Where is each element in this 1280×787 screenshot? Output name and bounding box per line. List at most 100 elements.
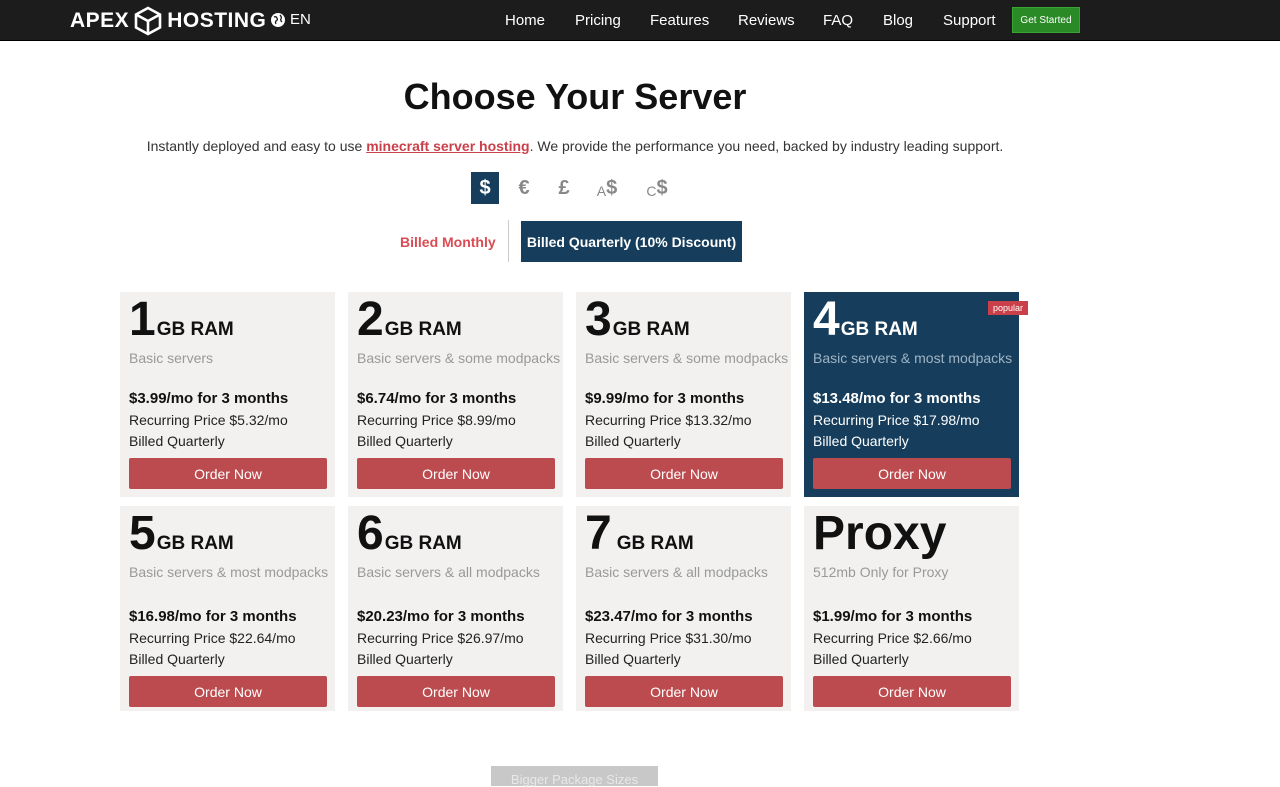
plan-recurring-price: Recurring Price $22.64/mo	[129, 630, 296, 646]
plan-card-4gb: popular 4 GB RAM Basic servers & most mod…	[804, 292, 1028, 497]
plan-size: 6 GB RAM	[357, 510, 462, 558]
currency-prefix: A	[596, 183, 607, 199]
plan-price: $1.99/mo for 3 months	[813, 608, 973, 625]
plan-size-number: 3	[585, 293, 612, 346]
plan-size-unit: GB RAM	[612, 319, 690, 340]
currency-symbol: $	[606, 176, 618, 199]
top-navbar: APEX HOSTING EN Home Pricing Features Re…	[0, 0, 1280, 41]
plan-size-number: 4	[813, 293, 840, 346]
nav-features[interactable]: Features	[650, 12, 709, 29]
order-now-button[interactable]: Order Now	[585, 458, 783, 489]
plan-billing-period: Billed Quarterly	[357, 433, 453, 449]
plan-price: $23.47/mo for 3 months	[585, 608, 753, 625]
plan-size: 4 GB RAM	[813, 296, 918, 344]
billed-quarterly-toggle[interactable]: Billed Quarterly (10% Discount)	[521, 221, 742, 262]
plan-card-1gb: 1 GB RAM Basic servers $3.99/mo for 3 mon…	[120, 292, 335, 497]
currency-usd[interactable]: $	[471, 172, 499, 204]
order-now-button[interactable]: Order Now	[357, 676, 555, 707]
currency-eur[interactable]: €	[510, 172, 538, 204]
hosting-link[interactable]: minecraft server hosting	[366, 138, 529, 154]
plan-size: 7 GB RAM	[585, 510, 694, 558]
plan-recurring-price: Recurring Price $13.32/mo	[585, 412, 752, 428]
plan-price: $13.48/mo for 3 months	[813, 390, 981, 407]
nav-blog[interactable]: Blog	[883, 12, 913, 29]
plan-size-number: 1	[129, 293, 156, 346]
plan-size-unit: GB RAM	[840, 319, 918, 340]
order-now-button[interactable]: Order Now	[357, 458, 555, 489]
plan-size-unit: GB RAM	[384, 533, 462, 554]
plan-billing-period: Billed Quarterly	[129, 651, 225, 667]
plan-description: Basic servers & some modpacks	[585, 350, 789, 366]
page-subtitle: Instantly deployed and easy to use minec…	[0, 138, 1150, 154]
plan-description: Basic servers & some modpacks	[357, 350, 561, 366]
plan-billing-period: Billed Quarterly	[357, 651, 453, 667]
plan-description: 512mb Only for Proxy	[813, 564, 949, 580]
plan-size-unit: GB RAM	[156, 533, 234, 554]
currency-symbol: €	[518, 176, 530, 199]
currency-prefix: C	[646, 183, 657, 199]
plan-size: 5 GB RAM	[129, 510, 234, 558]
nav-reviews[interactable]: Reviews	[738, 12, 795, 29]
order-now-button[interactable]: Order Now	[129, 676, 327, 707]
currency-gbp[interactable]: £	[550, 172, 578, 204]
plan-size-unit: GB RAM	[384, 319, 462, 340]
plan-card-proxy: Proxy 512mb Only for Proxy $1.99/mo for …	[804, 506, 1019, 711]
billing-divider	[508, 220, 509, 262]
plan-billing-period: Billed Quarterly	[129, 433, 225, 449]
currency-aud[interactable]: A $	[591, 172, 623, 204]
subtitle-text-before: Instantly deployed and easy to use	[146, 138, 367, 154]
nav-home[interactable]: Home	[505, 12, 545, 29]
order-now-button[interactable]: Order Now	[585, 676, 783, 707]
plan-size-unit: GB RAM	[156, 319, 234, 340]
plan-price: $16.98/mo for 3 months	[129, 608, 297, 625]
plan-description: Basic servers & most modpacks	[129, 564, 329, 580]
plan-billing-period: Billed Quarterly	[813, 433, 909, 449]
plan-description: Basic servers & all modpacks	[357, 564, 540, 580]
plan-description: Basic servers	[129, 350, 214, 366]
plan-size-unit: GB RAM	[616, 533, 694, 554]
order-now-button[interactable]: Order Now	[129, 458, 327, 489]
order-now-button[interactable]: Order Now	[813, 458, 1011, 489]
currency-symbol: £	[558, 176, 570, 199]
nav-pricing[interactable]: Pricing	[575, 12, 621, 29]
main-nav: Home Pricing Features Reviews FAQ Blog S…	[0, 12, 1280, 32]
plan-recurring-price: Recurring Price $5.32/mo	[129, 412, 288, 428]
get-started-button[interactable]: Get Started	[1012, 7, 1080, 33]
plan-price: $3.99/mo for 3 months	[129, 390, 289, 407]
plan-card-7gb: 7 GB RAM Basic servers & all modpacks $23…	[576, 506, 791, 711]
popular-badge: popular	[987, 301, 1028, 315]
plan-recurring-price: Recurring Price $8.99/mo	[357, 412, 516, 428]
plan-price: $6.74/mo for 3 months	[357, 390, 517, 407]
plan-size-number: 7	[585, 507, 612, 560]
currency-symbol: $	[479, 176, 491, 199]
plan-card-6gb: 6 GB RAM Basic servers & all modpacks $20…	[348, 506, 563, 711]
plan-card-3gb: 3 GB RAM Basic servers & some modpacks $9…	[576, 292, 791, 497]
plan-billing-period: Billed Quarterly	[585, 433, 681, 449]
billed-monthly-toggle[interactable]: Billed Monthly	[400, 234, 496, 250]
plan-recurring-price: Recurring Price $31.30/mo	[585, 630, 752, 646]
plan-size-number: 5	[129, 507, 156, 560]
plan-size: 3 GB RAM	[585, 296, 690, 344]
plan-size: 2 GB RAM	[357, 296, 462, 344]
plan-price: $9.99/mo for 3 months	[585, 390, 745, 407]
plan-size-number: 6	[357, 507, 384, 560]
nav-faq[interactable]: FAQ	[823, 12, 853, 29]
currency-symbol: $	[656, 176, 668, 199]
plan-recurring-price: Recurring Price $2.66/mo	[813, 630, 972, 646]
plan-billing-period: Billed Quarterly	[813, 651, 909, 667]
currency-cad[interactable]: C $	[641, 172, 673, 204]
plan-recurring-price: Recurring Price $26.97/mo	[357, 630, 524, 646]
plan-card-5gb: 5 GB RAM Basic servers & most modpacks $1…	[120, 506, 335, 711]
subtitle-text-after: . We provide the performance you need, b…	[529, 138, 1004, 154]
plan-size: 1 GB RAM	[129, 296, 234, 344]
plan-recurring-price: Recurring Price $17.98/mo	[813, 412, 980, 428]
plan-size: Proxy	[813, 510, 947, 558]
plan-billing-period: Billed Quarterly	[585, 651, 681, 667]
plan-description: Basic servers & all modpacks	[585, 564, 768, 580]
order-now-button[interactable]: Order Now	[813, 676, 1011, 707]
nav-support[interactable]: Support	[943, 12, 996, 29]
bigger-packages-button[interactable]: Bigger Package Sizes	[491, 766, 658, 787]
page-title: Choose Your Server	[403, 76, 747, 117]
plan-size-number: 2	[357, 293, 384, 346]
plan-card-2gb: 2 GB RAM Basic servers & some modpacks $6…	[348, 292, 563, 497]
